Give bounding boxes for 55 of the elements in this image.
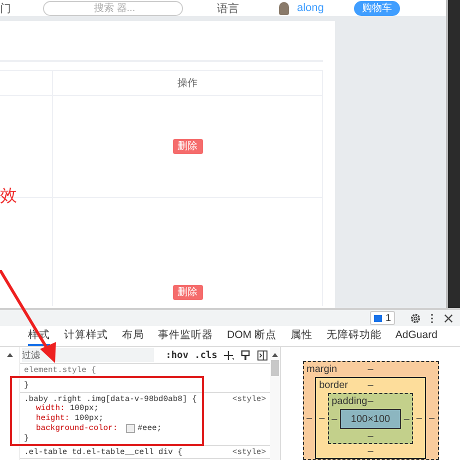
column-header: 操作 xyxy=(53,71,323,95)
box-label: border xyxy=(319,380,349,391)
box-value: – xyxy=(368,364,374,375)
color-swatch[interactable] xyxy=(126,424,135,434)
box-value: – xyxy=(306,412,312,424)
content-box: 100×100 xyxy=(340,409,401,429)
box-value: – xyxy=(319,413,325,424)
issues-badge[interactable]: 1 xyxy=(370,311,395,325)
box-value: – xyxy=(368,380,374,391)
box-label: padding xyxy=(332,396,368,407)
css-selector: .el-table td.el-table__cell div { xyxy=(24,448,184,458)
box-value: – xyxy=(368,396,374,407)
closing-brace: } xyxy=(24,380,29,391)
box-value: – xyxy=(416,413,422,424)
css-value: 100px; xyxy=(74,414,104,424)
panel-tab[interactable]: AdGuard xyxy=(395,326,438,346)
panel-tab[interactable]: DOM 断点 xyxy=(227,326,276,346)
annotation-text: 效 xyxy=(0,185,17,207)
box-value: – xyxy=(368,446,374,456)
more-icon[interactable] xyxy=(430,312,434,324)
box-value: – xyxy=(368,430,374,442)
scroll-up-icon[interactable] xyxy=(6,353,12,357)
filter-field[interactable]: 过滤 xyxy=(22,348,154,362)
source-link[interactable]: <style> xyxy=(232,394,266,404)
panel-tab[interactable]: 无障碍功能 xyxy=(326,326,382,346)
panel-tab[interactable]: 事件监听器 xyxy=(158,326,213,346)
source-link[interactable]: <style> xyxy=(232,448,266,458)
box-value: – xyxy=(428,412,434,424)
avatar-icon xyxy=(279,2,289,14)
css-value: 100px; xyxy=(70,404,99,414)
nav-link[interactable]: 门 xyxy=(0,0,11,16)
panel-tab[interactable]: 属性 xyxy=(290,326,312,346)
paint-icon[interactable] xyxy=(240,350,252,360)
settings-icon[interactable] xyxy=(410,312,421,324)
css-property: background-color: xyxy=(36,424,118,434)
language-menu[interactable]: 语言 xyxy=(217,0,239,16)
panel-tab[interactable]: 布局 xyxy=(122,326,144,346)
scrollbar[interactable] xyxy=(446,0,460,308)
css-property: width: xyxy=(36,404,65,414)
box-value: – xyxy=(332,414,338,424)
css-selector: .baby .right .img[data-v-98bd0ab8] { xyxy=(24,394,198,404)
box-value: – xyxy=(404,414,410,424)
toggle-button[interactable]: .cls xyxy=(194,350,218,360)
search-field[interactable]: 搜索 器... xyxy=(43,0,183,16)
css-selector: element.style { xyxy=(24,366,98,376)
panel-tab[interactable]: 计算样式 xyxy=(64,326,108,346)
closing-brace: } xyxy=(24,434,29,444)
sidebar-toggle-icon[interactable] xyxy=(257,350,268,360)
box-label: margin xyxy=(306,364,338,375)
toggle-button[interactable]: :hov xyxy=(166,350,188,360)
add-icon[interactable] xyxy=(223,350,234,360)
css-property: height: xyxy=(36,414,70,424)
css-value: #eee; xyxy=(138,424,162,434)
scrollbar-thumb[interactable] xyxy=(271,360,279,376)
close-icon[interactable] xyxy=(443,312,454,324)
